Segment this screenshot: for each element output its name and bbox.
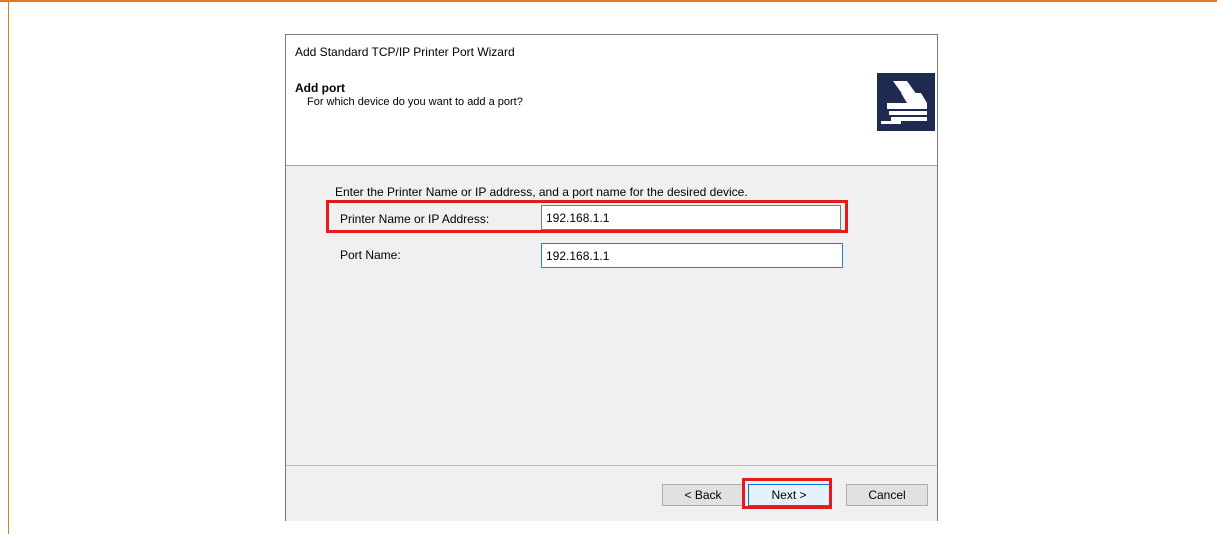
wizard-dialog: Add Standard TCP/IP Printer Port Wizard … [285,34,938,521]
header-subtitle: For which device do you want to add a po… [307,96,523,108]
port-name-input[interactable]: 192.168.1.1 [541,243,843,268]
wizard-footer [286,465,937,521]
cancel-button[interactable]: Cancel [846,484,928,506]
next-button-highlight [742,478,832,509]
window-title: Add Standard TCP/IP Printer Port Wizard [295,45,515,59]
frame-left-border [8,0,9,534]
printer-name-highlight [326,200,848,233]
port-name-label: Port Name: [340,248,401,262]
printer-icon [877,73,935,131]
frame-top-border [0,0,1217,2]
header-title: Add port [295,81,345,95]
wizard-header: Add port For which device do you want to… [286,69,937,166]
instructions-text: Enter the Printer Name or IP address, an… [335,185,748,199]
title-bar: Add Standard TCP/IP Printer Port Wizard [286,35,937,69]
back-button[interactable]: < Back [662,484,744,506]
